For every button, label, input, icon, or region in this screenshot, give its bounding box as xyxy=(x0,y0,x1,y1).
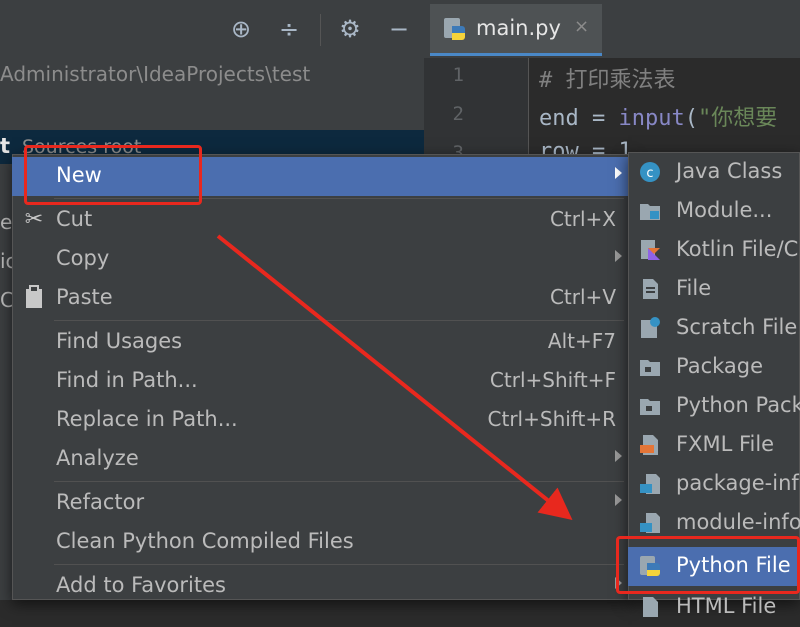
annotation-arrow xyxy=(216,234,573,521)
